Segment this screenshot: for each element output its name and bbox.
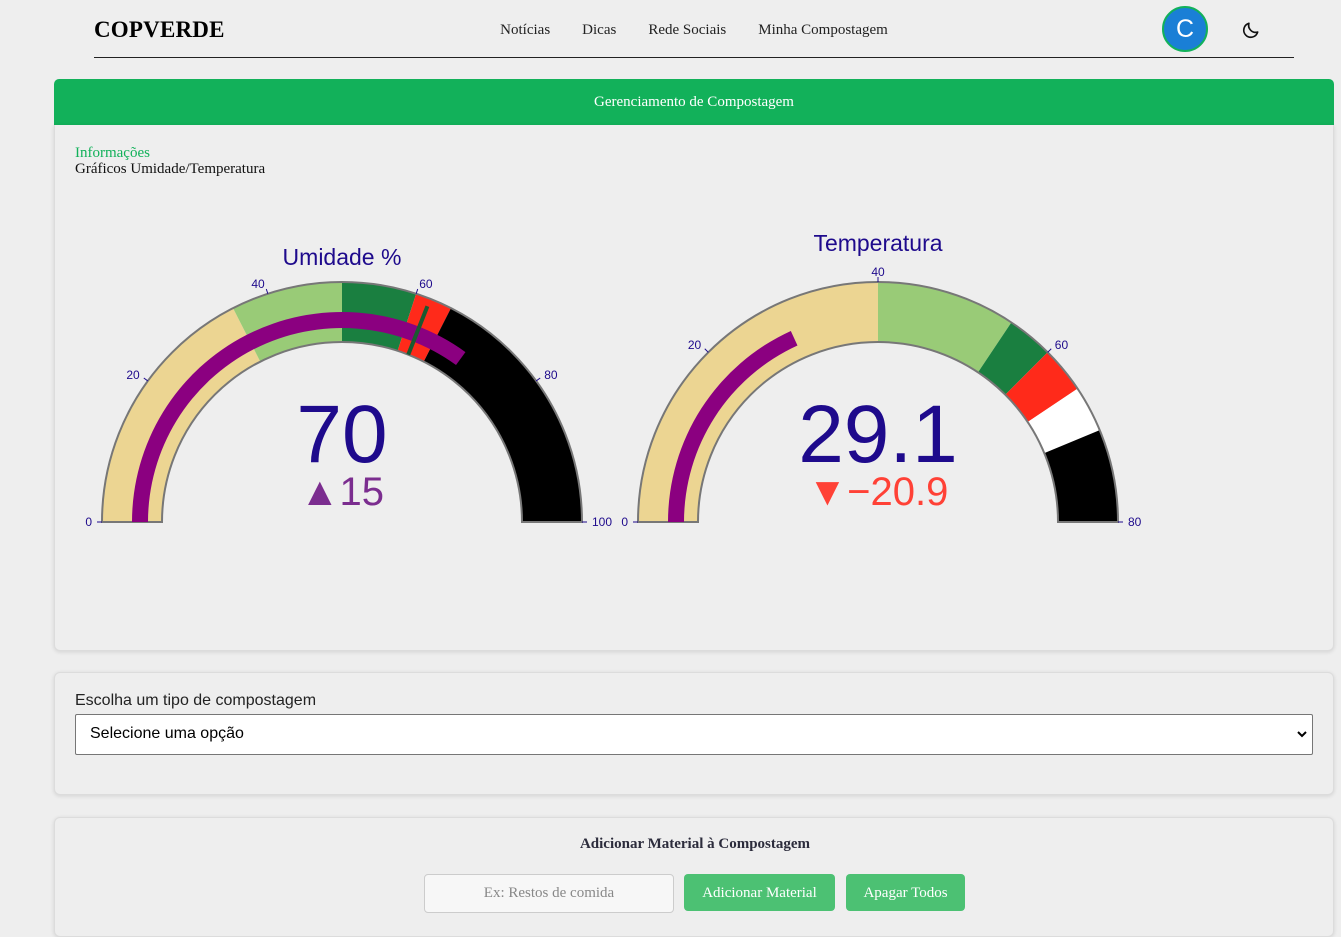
composting-type-selected: Selecione uma opção [90,725,244,742]
material-input[interactable] [424,874,674,913]
gauge-1: 0 20 40 60 80 Temperatura 29.1▼−20.9 [621,230,1141,529]
gauge-step [423,308,582,522]
add-material-button[interactable]: Adicionar Material [684,874,835,911]
clear-all-button[interactable]: Apagar Todos [846,874,965,911]
gauge-tick-label: 60 [419,277,433,291]
gauge-tick [143,377,149,382]
gauge-tick-label: 100 [592,515,612,529]
gauge-tick-label: 0 [85,515,92,529]
gauge-value: 70 [296,389,387,480]
gauge-step [102,308,261,522]
composting-type-select[interactable]: Selecione uma opção [75,714,1313,755]
gauge-tick [1047,348,1052,353]
gauge-value: 29.1 [798,389,958,480]
gauge-title: Umidade % [283,244,402,270]
gauge-tick-label: 20 [126,368,140,382]
charts-card: Informações Gráficos Umidade/Temperatura… [54,125,1334,651]
composting-type-card: Escolha um tipo de compostagem Selecione… [54,672,1334,795]
gauge-tick-label: 40 [251,277,265,291]
gauge-title: Temperatura [813,230,942,256]
gauge-tick-label: 80 [1128,515,1142,529]
add-material-title: Adicionar Material à Compostagem [579,836,811,852]
chevron-down-icon [1297,731,1307,738]
gauge-tick-label: 0 [621,515,628,529]
add-material-card: Adicionar Material à Compostagem Adicion… [54,817,1334,937]
gauge-0: 0 20 40 60 80 100 Umidade % 70▲15 [85,244,612,529]
composting-type-label: Escolha um tipo de compostagem [75,692,317,709]
gauge-delta: ▲15 [300,470,384,514]
gauge-tick-label: 40 [871,265,885,279]
gauge-tick-label: 60 [1055,338,1069,352]
gauge-tick-label: 80 [544,368,558,382]
gauge-tick-label: 20 [688,338,702,352]
gauge-tick [535,377,541,382]
gauge-delta: ▼−20.9 [808,470,949,514]
gauge-tick [704,348,709,353]
